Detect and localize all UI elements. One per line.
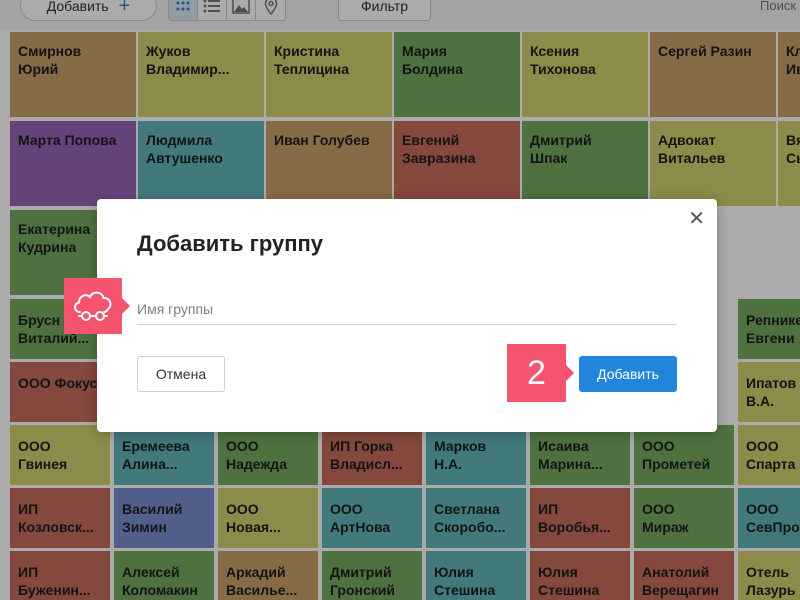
cancel-button[interactable]: Отмена (137, 356, 225, 392)
cloud-car-icon (74, 291, 112, 321)
dialog-title: Добавить группу (137, 231, 324, 256)
add-group-submit-button[interactable]: Добавить (579, 356, 677, 392)
step-number-badge: 2 (507, 344, 574, 402)
field-hint-badge (64, 278, 130, 334)
group-name-input[interactable] (137, 293, 677, 325)
add-group-dialog: ✕ Добавить группу Отмена Добавить (97, 199, 717, 432)
close-icon[interactable]: ✕ (688, 209, 705, 229)
